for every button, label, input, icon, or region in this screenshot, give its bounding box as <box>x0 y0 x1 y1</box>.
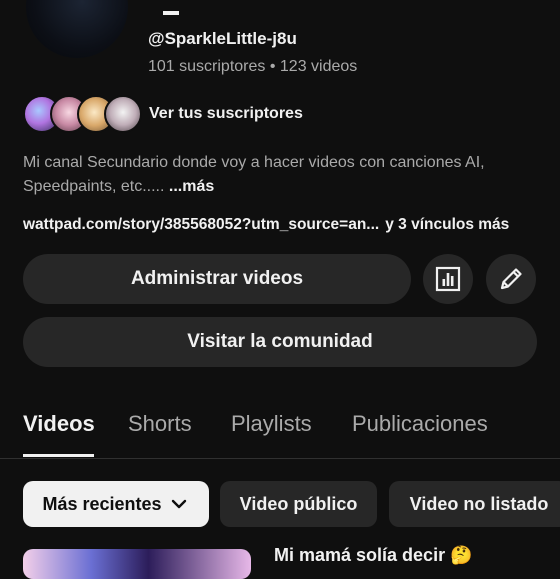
filter-most-recent-label: Más recientes <box>42 493 162 514</box>
description-text: Mi canal Secundario donde voy a hacer vi… <box>23 154 485 195</box>
edit-channel-button[interactable] <box>486 254 536 304</box>
manage-videos-label: Administrar videos <box>130 268 304 289</box>
video-thumbnail[interactable] <box>23 549 251 579</box>
filter-public-chip[interactable]: Video público <box>220 481 377 527</box>
channel-avatar[interactable] <box>26 0 128 58</box>
subscriber-avatar <box>104 95 142 133</box>
view-subscribers-link[interactable]: Ver tus suscriptores <box>149 105 303 123</box>
subscriber-avatars[interactable] <box>23 95 142 133</box>
chevron-down-icon <box>171 499 186 509</box>
tab-videos[interactable]: Videos <box>23 411 95 437</box>
analytics-icon <box>435 266 461 292</box>
description-more-link[interactable]: ...más <box>169 178 214 195</box>
channel-description[interactable]: Mi canal Secundario donde voy a hacer vi… <box>23 151 543 199</box>
tab-shorts[interactable]: Shorts <box>128 411 192 437</box>
tab-playlists[interactable]: Playlists <box>231 411 312 437</box>
subscriber-count: 101 suscriptores <box>148 58 266 75</box>
active-tab-indicator <box>23 454 94 457</box>
more-links[interactable]: y 3 vínculos más <box>385 216 509 233</box>
video-title[interactable]: Mi mamá solía decir 🤔 <box>274 545 472 566</box>
channel-handle: @SparkleLittle-j8u <box>148 29 297 48</box>
filter-unlisted-chip[interactable]: Video no listado <box>389 481 560 527</box>
video-count: 123 videos <box>279 58 358 75</box>
analytics-button[interactable] <box>423 254 473 304</box>
channel-tabs: Videos Shorts Playlists Publicaciones <box>0 400 560 459</box>
tab-posts[interactable]: Publicaciones <box>352 411 488 437</box>
visit-community-label: Visitar la comunidad <box>187 331 373 352</box>
manage-videos-button[interactable]: Administrar videos <box>23 254 411 304</box>
channel-name-fragment <box>163 11 179 15</box>
filter-unlisted-label: Video no listado <box>409 493 549 514</box>
channel-links[interactable]: wattpad.com/story/385568052?utm_source=a… <box>23 216 509 234</box>
filter-public-label: Video público <box>239 493 358 514</box>
channel-stats: 101 suscriptores • 123 videos <box>148 58 357 76</box>
pencil-icon <box>500 268 522 290</box>
channel-link-url[interactable]: wattpad.com/story/385568052?utm_source=a… <box>23 216 379 233</box>
visit-community-button[interactable]: Visitar la comunidad <box>23 317 537 367</box>
filter-most-recent-chip[interactable]: Más recientes <box>23 481 209 527</box>
stats-separator: • <box>269 58 276 75</box>
